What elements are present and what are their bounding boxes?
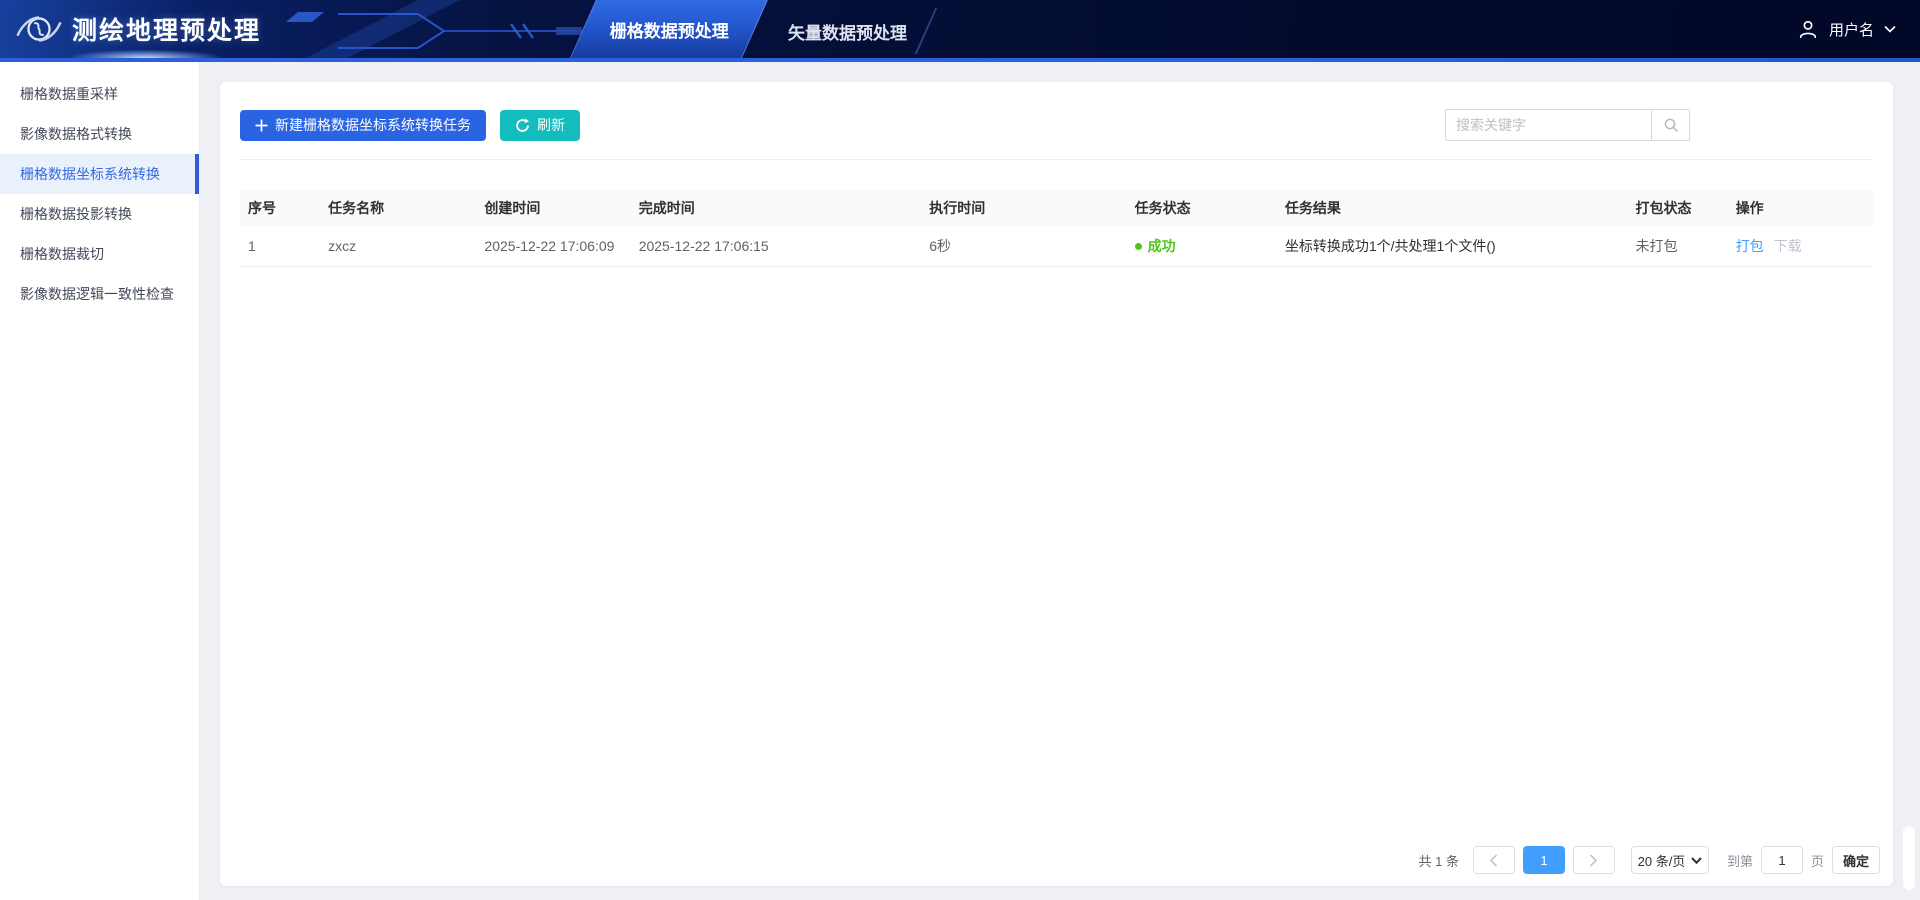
prev-page-button[interactable] (1473, 846, 1515, 874)
logo-icon (16, 9, 62, 49)
cell-finished-time: 2025-12-22 17:06:15 (631, 226, 922, 266)
goto-page-input[interactable] (1761, 846, 1803, 874)
page-size-label: 20 条/页 (1638, 851, 1686, 870)
next-page-button[interactable] (1573, 846, 1615, 874)
sidebar-item-raster-clip[interactable]: 栅格数据裁切 (0, 234, 199, 274)
scrollbar-thumb[interactable] (1903, 826, 1915, 890)
refresh-icon (515, 118, 530, 133)
chevron-right-icon (1589, 854, 1598, 867)
package-link[interactable]: 打包 (1736, 238, 1764, 254)
col-duration: 执行时间 (921, 190, 1126, 226)
tab-separator-line (915, 8, 937, 54)
search-icon (1663, 117, 1679, 133)
toolbar: 新建栅格数据坐标系统转换任务 刷新 (240, 82, 1873, 160)
main-layout: 栅格数据重采样 影像数据格式转换 栅格数据坐标系统转换 栅格数据投影转换 栅格数… (0, 62, 1920, 900)
tab-vector-preprocessing[interactable]: 矢量数据预处理 (778, 0, 917, 62)
app-header: 测绘地理预处理 栅格数据预处理 矢量数据预处理 用户名 (0, 0, 1920, 62)
goto-page-group: 到第 页 (1727, 846, 1824, 874)
sidebar-item-image-logic-check[interactable]: 影像数据逻辑一致性检查 (0, 274, 199, 314)
cell-task-name: zxcz (320, 226, 476, 266)
sidebar-item-raster-coordsys-convert[interactable]: 栅格数据坐标系统转换 (0, 154, 199, 194)
search-button[interactable] (1651, 110, 1689, 140)
col-finished-time: 完成时间 (631, 190, 922, 226)
new-task-label: 新建栅格数据坐标系统转换任务 (275, 115, 471, 135)
col-result: 任务结果 (1277, 190, 1628, 226)
caret-down-icon (1691, 857, 1702, 864)
chevron-left-icon (1489, 854, 1498, 867)
goto-suffix-label: 页 (1811, 851, 1824, 870)
cell-duration: 6秒 (921, 226, 1126, 266)
refresh-label: 刷新 (537, 115, 565, 135)
col-index: 序号 (240, 190, 320, 226)
sidebar: 栅格数据重采样 影像数据格式转换 栅格数据坐标系统转换 栅格数据投影转换 栅格数… (0, 62, 200, 900)
plus-icon (255, 119, 268, 132)
tab-label: 栅格数据预处理 (609, 17, 728, 42)
download-link: 下载 (1774, 238, 1802, 254)
goto-confirm-button[interactable]: 确定 (1832, 846, 1880, 874)
search-box (1445, 109, 1690, 141)
tab-raster-preprocessing[interactable]: 栅格数据预处理 (570, 0, 768, 58)
cell-actions: 打包下载 (1728, 226, 1873, 266)
logo-area: 测绘地理预处理 (16, 0, 261, 58)
content-area: 新建栅格数据坐标系统转换任务 刷新 (200, 62, 1920, 900)
app-title: 测绘地理预处理 (72, 11, 261, 47)
sidebar-item-raster-projection-convert[interactable]: 栅格数据投影转换 (0, 194, 199, 234)
total-count-label: 共 1 条 (1419, 851, 1459, 870)
task-table: 序号 任务名称 创建时间 完成时间 执行时间 任务状态 任务结果 打包状态 操作… (240, 190, 1873, 267)
col-actions: 操作 (1728, 190, 1873, 226)
cell-package-status: 未打包 (1628, 226, 1728, 266)
content-panel: 新建栅格数据坐标系统转换任务 刷新 (220, 82, 1893, 886)
top-tabs: 栅格数据预处理 矢量数据预处理 (570, 0, 917, 62)
tab-label: 矢量数据预处理 (788, 19, 907, 44)
col-status: 任务状态 (1127, 190, 1277, 226)
pagination: 共 1 条 1 20 条/页 (1419, 846, 1881, 874)
new-task-button[interactable]: 新建栅格数据坐标系统转换任务 (240, 110, 486, 141)
cell-index: 1 (240, 226, 320, 266)
username-label: 用户名 (1829, 19, 1874, 40)
status-dot (1135, 243, 1142, 250)
col-package-status: 打包状态 (1628, 190, 1728, 226)
col-task-name: 任务名称 (320, 190, 476, 226)
table-row: 1 zxcz 2025-12-22 17:06:09 2025-12-22 17… (240, 226, 1873, 266)
page-1-button[interactable]: 1 (1523, 846, 1565, 874)
goto-prefix-label: 到第 (1727, 851, 1753, 870)
sidebar-item-raster-resample[interactable]: 栅格数据重采样 (0, 74, 199, 114)
chevron-down-icon (1884, 25, 1896, 33)
cell-status: 成功 (1127, 226, 1277, 266)
refresh-button[interactable]: 刷新 (500, 110, 580, 141)
cell-created-time: 2025-12-22 17:06:09 (476, 226, 630, 266)
header-circuit-decoration (268, 0, 598, 62)
page-size-select[interactable]: 20 条/页 (1631, 846, 1709, 874)
user-icon (1797, 18, 1819, 40)
search-input[interactable] (1446, 110, 1651, 140)
cell-result: 坐标转换成功1个/共处理1个文件() (1277, 226, 1628, 266)
sidebar-item-image-format-convert[interactable]: 影像数据格式转换 (0, 114, 199, 154)
table-header-row: 序号 任务名称 创建时间 完成时间 执行时间 任务状态 任务结果 打包状态 操作 (240, 190, 1873, 226)
user-menu[interactable]: 用户名 (1797, 0, 1896, 58)
col-created-time: 创建时间 (476, 190, 630, 226)
status-text: 成功 (1148, 238, 1176, 254)
